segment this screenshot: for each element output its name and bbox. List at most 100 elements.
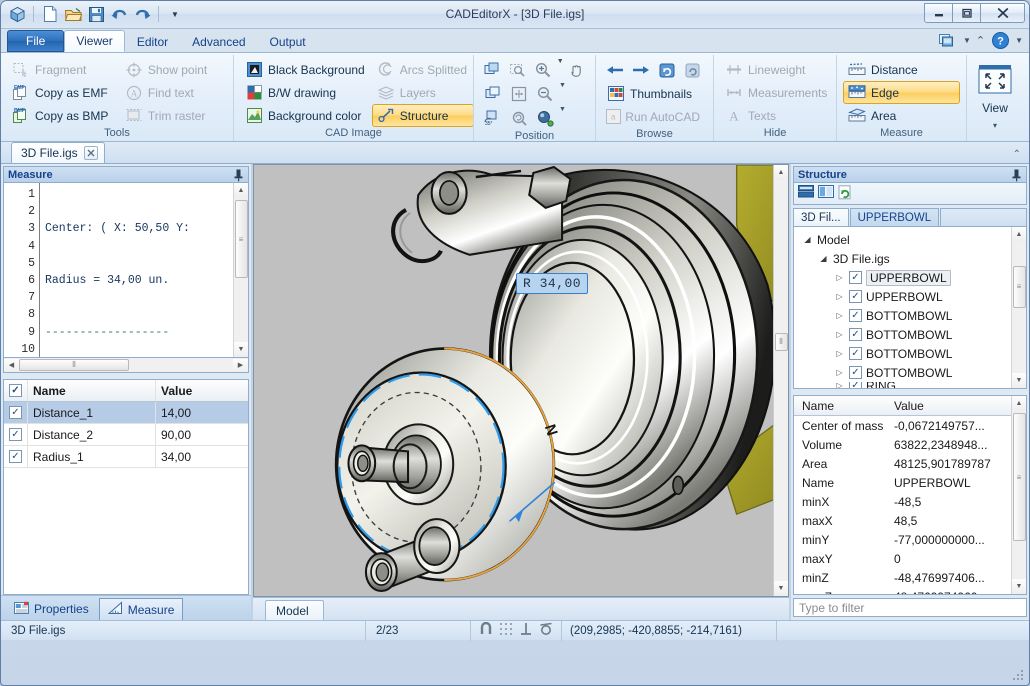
save-icon[interactable] xyxy=(86,4,106,24)
snap-endpoint-icon[interactable] xyxy=(479,622,493,639)
pin-icon[interactable] xyxy=(1011,169,1022,185)
chevron-right-icon[interactable]: ▷ xyxy=(834,273,845,282)
nav-forward-icon[interactable] xyxy=(628,58,654,82)
customize-qat-icon[interactable]: ▼ xyxy=(165,4,185,24)
table-row[interactable]: ✓ Distance_1 14,00 xyxy=(4,402,248,424)
tree-node-checkbox[interactable]: ✓ xyxy=(849,366,862,379)
help-icon[interactable]: ? xyxy=(990,30,1010,50)
scroll-left-icon[interactable]: ◀ xyxy=(4,359,19,372)
property-row[interactable]: Center of mass -0,0672149757... xyxy=(794,416,1011,435)
measure-annotation-label[interactable]: R 34,00 xyxy=(516,273,588,294)
chevron-right-icon[interactable]: ▷ xyxy=(834,368,845,377)
tree-node-checkbox[interactable]: ✓ xyxy=(849,309,862,322)
viewport-vertical-scrollbar[interactable]: ▲ ⦀ ▼ xyxy=(773,165,788,596)
cad-3d-model[interactable]: N xyxy=(254,165,788,596)
ribbon-tab-viewer[interactable]: Viewer xyxy=(64,30,124,52)
tree-vertical-scrollbar[interactable]: ▲ ≡ ▼ xyxy=(1011,227,1026,388)
chevron-right-icon[interactable]: ▷ xyxy=(834,292,845,301)
property-row[interactable]: minZ -48,476997406... xyxy=(794,568,1011,587)
help-dropdown-icon[interactable]: ▼ xyxy=(1015,36,1023,45)
tree-node-checkbox[interactable]: ✓ xyxy=(849,271,862,284)
ribbon-item-structure[interactable]: Structure xyxy=(372,104,474,127)
ribbon-item-run-autocad[interactable]: a Run AutoCAD xyxy=(602,105,707,128)
ribbon-item-trim-raster[interactable]: Trim raster xyxy=(120,104,227,127)
measure-text-vertical-scrollbar[interactable]: ▲ ≡ ▼ xyxy=(233,183,248,357)
chevron-right-icon[interactable]: ▷ xyxy=(834,311,845,320)
tree-node-upperbowl-2[interactable]: ▷ ✓ UPPERBOWL xyxy=(794,287,1011,306)
pan-icon[interactable] xyxy=(564,58,589,82)
ribbon-item-edge[interactable]: Edge xyxy=(843,81,960,104)
column-header-name[interactable]: Name xyxy=(28,380,156,401)
scroll-down-icon[interactable]: ▼ xyxy=(774,581,789,596)
row-checkbox[interactable]: ✓ xyxy=(9,450,22,463)
maximize-button[interactable] xyxy=(952,3,981,23)
column-header-value[interactable]: Value xyxy=(889,399,1011,413)
ribbon-item-layers[interactable]: Layers xyxy=(372,81,474,104)
tree-node-bottombowl-2[interactable]: ▷ ✓ BOTTOMBOWL xyxy=(794,325,1011,344)
ribbon-item-show-point[interactable]: Show point xyxy=(120,58,227,81)
ribbon-item-texts[interactable]: A Texts xyxy=(720,104,834,127)
window-resize-grip[interactable] xyxy=(1011,668,1027,684)
property-row[interactable]: Area 48125,901789787 xyxy=(794,454,1011,473)
scroll-up-icon[interactable]: ▲ xyxy=(234,183,249,198)
structure-tab-upperbowl[interactable]: UPPERBOWL xyxy=(850,208,940,226)
chevron-down-icon[interactable]: ◢ xyxy=(802,235,813,244)
column-header-value[interactable]: Value xyxy=(156,380,248,401)
cad-viewport[interactable]: N R 34,00 ▲ ⦀ ▼ xyxy=(253,164,789,597)
zoom-out-dropdown-icon[interactable]: ▼ xyxy=(559,82,566,106)
ribbon-item-black-background[interactable]: Black Background xyxy=(240,58,372,81)
property-row[interactable]: maxX 48,5 xyxy=(794,511,1011,530)
rotate-35-icon[interactable]: 35° xyxy=(480,106,506,130)
row-checkbox-cell[interactable]: ✓ xyxy=(4,402,28,423)
scrollbar-thumb[interactable]: ≡ xyxy=(235,200,248,278)
scroll-right-icon[interactable]: ▶ xyxy=(233,359,248,372)
close-icon[interactable] xyxy=(84,146,98,160)
window-mode-icon[interactable] xyxy=(938,30,958,50)
ribbon-item-arcs-splitted[interactable]: Arcs Splitted xyxy=(372,58,474,81)
ribbon-item-lineweight[interactable]: Lineweight xyxy=(720,58,834,81)
properties-vertical-scrollbar[interactable]: ▲ ≡ ▼ xyxy=(1011,396,1026,594)
columns-icon[interactable] xyxy=(818,185,834,202)
ribbon-tab-output[interactable]: Output xyxy=(258,30,318,52)
tree-node-bottombowl-1[interactable]: ▷ ✓ BOTTOMBOWL xyxy=(794,306,1011,325)
tab-properties[interactable]: Properties xyxy=(5,598,98,620)
row-checkbox-cell[interactable]: ✓ xyxy=(4,446,28,467)
ribbon-item-bw-drawing[interactable]: B/W drawing xyxy=(240,81,372,104)
ribbon-item-distance[interactable]: Distance xyxy=(843,58,960,81)
ribbon-tab-advanced[interactable]: Advanced xyxy=(180,30,257,52)
close-button[interactable] xyxy=(980,3,1025,23)
zoom-select-icon[interactable] xyxy=(505,58,530,82)
property-row[interactable]: minX -48,5 xyxy=(794,492,1011,511)
column-header-name[interactable]: Name xyxy=(794,399,889,413)
scroll-down-icon[interactable]: ▼ xyxy=(234,342,249,357)
chevron-right-icon[interactable]: ▷ xyxy=(834,382,845,388)
properties-filter-input[interactable]: Type to filter xyxy=(793,598,1027,617)
ribbon-item-find-text[interactable]: A Find text xyxy=(120,81,227,104)
chevron-right-icon[interactable]: ▷ xyxy=(834,330,845,339)
tab-model[interactable]: Model xyxy=(265,600,324,620)
ribbon-item-copy-as-bmp[interactable]: BMP Copy as BMP xyxy=(7,104,120,127)
tree-node-checkbox[interactable]: ✓ xyxy=(849,290,862,303)
property-row[interactable]: Volume 63822,2348948... xyxy=(794,435,1011,454)
row-checkbox[interactable]: ✓ xyxy=(9,428,22,441)
properties-scrollbar-thumb[interactable]: ≡ xyxy=(1013,413,1026,541)
nav-back-icon[interactable] xyxy=(602,58,628,82)
tree-node-bottombowl-3[interactable]: ▷ ✓ BOTTOMBOWL xyxy=(794,344,1011,363)
tree-node-model[interactable]: ◢ Model xyxy=(794,230,1011,249)
select-all-checkbox[interactable]: ✓ xyxy=(9,384,22,397)
ribbon-item-thumbnails[interactable]: Thumbnails xyxy=(602,82,707,105)
ribbon-item-background-color[interactable]: Background color xyxy=(240,104,372,127)
window-mode-dropdown-icon[interactable]: ▼ xyxy=(963,36,971,45)
zoom-in-icon[interactable] xyxy=(531,58,556,82)
tree-node-3d-file[interactable]: ◢ 3D File.igs xyxy=(794,249,1011,268)
ribbon-item-fragment[interactable]: Fragment xyxy=(7,58,120,81)
object-properties-grid[interactable]: Name Value Center of mass -0,0672149757.… xyxy=(793,395,1027,595)
chevron-up-icon[interactable]: ⌃ xyxy=(1013,149,1021,160)
new-icon[interactable] xyxy=(40,4,60,24)
property-row[interactable]: maxZ 48,4769974060... xyxy=(794,587,1011,595)
tree-node-ring[interactable]: ▷ ✓ RING xyxy=(794,382,1011,388)
document-tab-3d-file[interactable]: 3D File.igs xyxy=(11,142,105,163)
property-row[interactable]: Name UPPERBOWL xyxy=(794,473,1011,492)
chevron-right-icon[interactable]: ▷ xyxy=(834,349,845,358)
hscrollbar-thumb[interactable]: ⦀ xyxy=(19,359,129,371)
